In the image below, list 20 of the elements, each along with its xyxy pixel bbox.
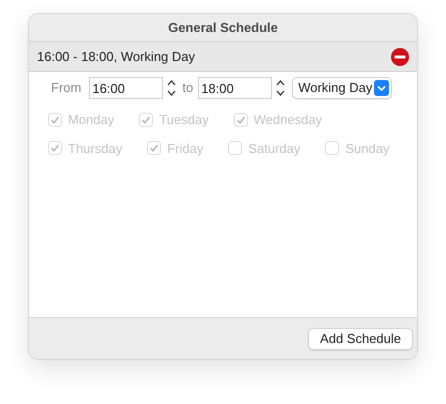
day-label: Friday (167, 140, 204, 158)
day-type-dropdown[interactable]: Working Day (292, 77, 392, 99)
from-time-field[interactable]: 16:00 (89, 77, 164, 99)
add-schedule-button[interactable]: Add Schedule (308, 328, 413, 350)
day-label: Wednesday (254, 111, 322, 129)
schedule-row[interactable]: 16:00 - 18:00, Working Day (29, 42, 417, 72)
chevron-down-icon (374, 80, 390, 96)
from-label: From (51, 79, 82, 98)
to-label: to (182, 79, 194, 98)
stepper-icon[interactable] (166, 78, 178, 98)
remove-icon[interactable] (391, 48, 409, 66)
day-label: Monday (68, 111, 114, 129)
day-label: Saturday (248, 140, 300, 158)
day-label: Thursday (68, 140, 122, 158)
to-time-field[interactable]: 18:00 (198, 77, 272, 99)
day-label: Tuesday (159, 111, 209, 129)
stepper-icon[interactable] (275, 78, 286, 98)
day-label: Sunday (345, 140, 390, 158)
schedule-summary: 16:00 - 18:00, Working Day (37, 48, 196, 66)
window-title: General Schedule (168, 18, 278, 37)
